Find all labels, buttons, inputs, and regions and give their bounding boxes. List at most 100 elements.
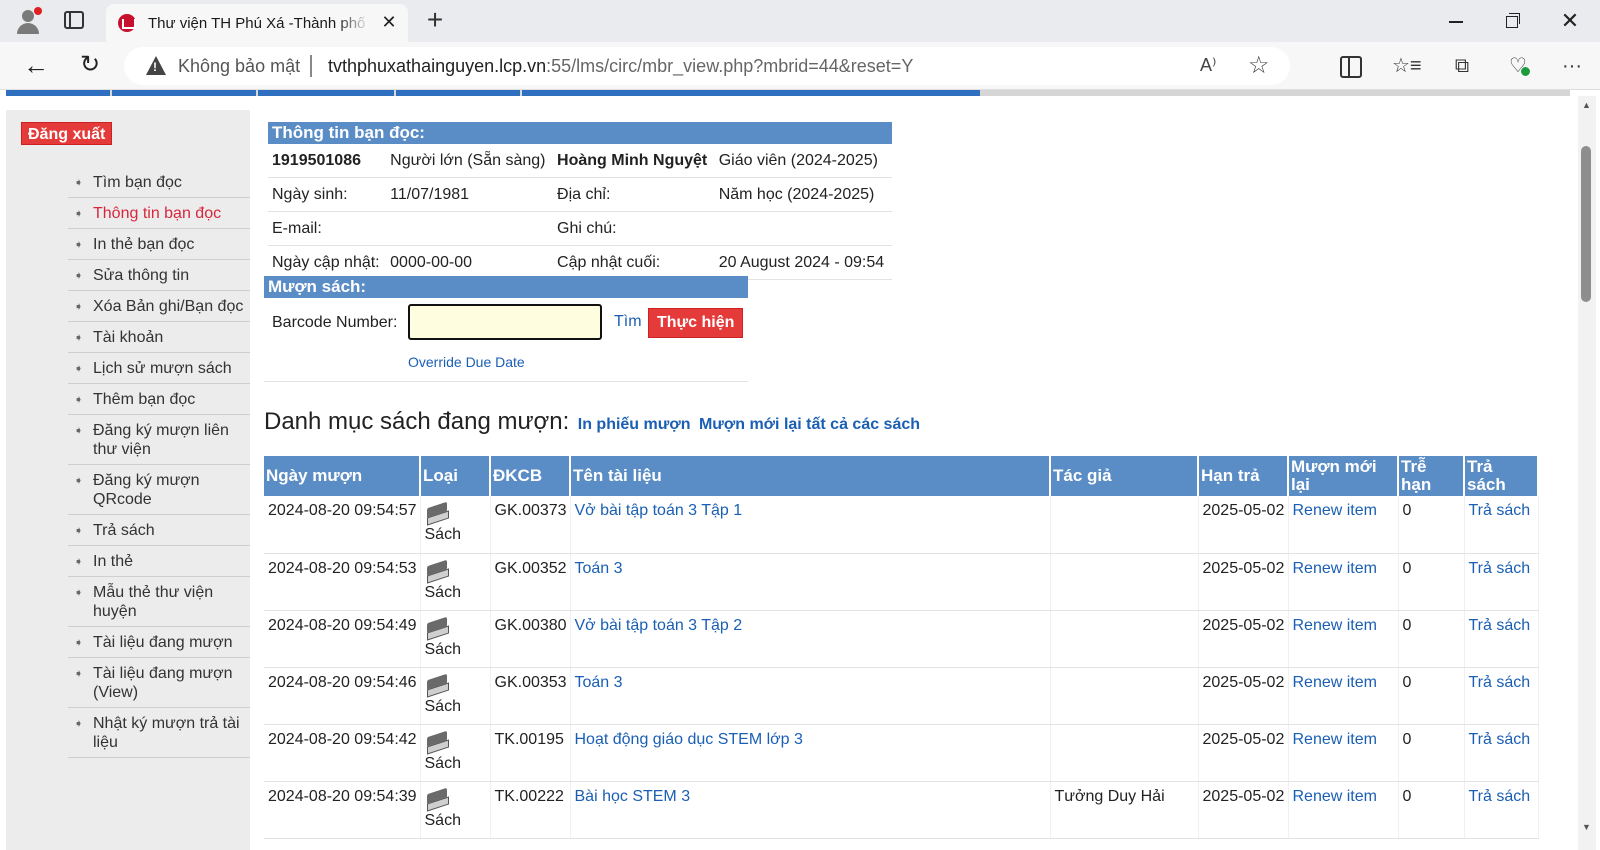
sidebar-item-qrcode-loan[interactable]: ➧ Đăng ký mượn QRcode <box>68 465 250 515</box>
renew-item-link[interactable]: Renew item <box>1293 731 1377 748</box>
scroll-up-icon[interactable]: ▲ <box>1582 100 1591 110</box>
address-bar[interactable]: Không bảo mật tvthphuxathainguyen.lcp.vn… <box>124 47 1290 85</box>
warning-icon[interactable] <box>146 56 166 75</box>
sidebar-item-return-book[interactable]: ➧ Trả sách <box>68 515 250 546</box>
sidebar-item-add-reader[interactable]: ➧ Thêm bạn đọc <box>68 384 250 415</box>
renew-all-link[interactable]: Mượn mới lại tất cả các sách <box>699 416 920 433</box>
read-aloud-icon[interactable]: A⁾ <box>1200 55 1216 76</box>
col-header: Trễ hạn <box>1398 456 1465 496</box>
reload-icon[interactable]: ↻ <box>74 50 106 82</box>
sidebar-item-label: Lịch sử mượn sách <box>93 360 232 377</box>
browser-essentials-icon[interactable]: ♡ <box>1504 52 1532 80</box>
address-separator <box>310 55 312 77</box>
address-value: Năm học (2024-2025) <box>714 177 892 212</box>
sidebar-item-label: Đăng ký mượn liên thư viện <box>93 422 229 458</box>
sidebar-item-items-on-loan[interactable]: ➧ Tài liệu đang mượn <box>68 627 250 658</box>
logout-button[interactable]: Đăng xuất <box>21 122 113 145</box>
note-value <box>714 211 892 246</box>
updated-label: Ngày cập nhật: <box>268 245 387 280</box>
profile-icon[interactable] <box>14 7 42 35</box>
loan-author: Tưởng Duy Hải <box>1050 781 1199 839</box>
not-secure-label[interactable]: Không bảo mật <box>178 56 300 77</box>
return-book-link[interactable]: Trả sách <box>1469 674 1531 691</box>
more-menu-icon[interactable]: ··· <box>1558 52 1586 80</box>
browser-tab-active[interactable]: Thư viện TH Phú Xá -Thành phố Thái Nguyê… <box>106 4 408 42</box>
sidebar-item-label: Tài liệu đang mượn <box>93 634 233 651</box>
sidebar-item-label: Xóa Bản ghi/Bạn đọc <box>93 298 244 315</box>
sidebar-item-reader-info[interactable]: ➧ Thông tin bạn đọc <box>68 198 250 229</box>
item-title-link[interactable]: Vở bài tập toán 3 Tập 1 <box>575 502 743 519</box>
member-section-header: Thông tin bạn đọc: <box>268 122 892 144</box>
sidebar-item-label: Tìm bạn đọc <box>93 174 182 191</box>
sidebar-item-district-card-template[interactable]: ➧ Mẫu thẻ thư viện huyện <box>68 577 250 627</box>
loan-due: 2025-05-02 <box>1198 496 1289 554</box>
execute-button[interactable]: Thực hiện <box>648 308 744 338</box>
scrollbar-thumb[interactable] <box>1581 146 1591 302</box>
item-title-link[interactable]: Hoạt động giáo dục STEM lớp 3 <box>575 731 803 748</box>
sidebar-item-delete-record[interactable]: ➧ Xóa Bản ghi/Bạn đọc <box>68 291 250 322</box>
return-book-link[interactable]: Trả sách <box>1469 560 1531 577</box>
borrow-form: Barcode Number: Tìm Thực hiện Override D… <box>264 302 748 382</box>
tab-close-icon[interactable]: ✕ <box>378 10 400 34</box>
loan-type: Sách <box>420 781 491 839</box>
window-close-icon[interactable]: ✕ <box>1550 6 1590 36</box>
loan-code: GK.00380 <box>490 610 571 668</box>
favorite-star-icon[interactable]: ☆ <box>1248 51 1270 80</box>
loan-date: 2024-08-20 09:54:46 <box>264 667 421 725</box>
member-group: Giáo viên (2024-2025) <box>714 144 892 178</box>
item-title-link[interactable]: Toán 3 <box>575 560 623 577</box>
sidebar-item-edit-info[interactable]: ➧ Sửa thông tin <box>68 260 250 291</box>
sidebar-item-account[interactable]: ➧ Tài khoản <box>68 322 250 353</box>
loan-late: 0 <box>1398 667 1465 725</box>
new-tab-icon[interactable]: + <box>420 6 450 36</box>
email-value <box>386 211 554 246</box>
print-loan-slip-link[interactable]: In phiếu mượn <box>578 416 691 433</box>
sidebar-item-label: Mẫu thẻ thư viện huyện <box>93 584 214 620</box>
return-book-link[interactable]: Trả sách <box>1469 731 1531 748</box>
sidebar-item-label: In thẻ <box>93 553 134 570</box>
sidebar-item-print-card[interactable]: ➧ In thẻ <box>68 546 250 577</box>
return-book-link[interactable]: Trả sách <box>1469 617 1531 634</box>
find-link[interactable]: Tìm <box>614 313 642 331</box>
back-arrow-icon[interactable]: ← <box>20 50 52 82</box>
item-title-link[interactable]: Toán 3 <box>575 674 623 691</box>
table-row: E-mail: Ghi chú: <box>268 211 892 246</box>
loan-due: 2025-05-02 <box>1198 781 1289 839</box>
renew-item-link[interactable]: Renew item <box>1293 788 1377 805</box>
renew-item-link[interactable]: Renew item <box>1293 674 1377 691</box>
loan-late: 0 <box>1398 724 1465 782</box>
last-update-label: Cập nhật cuối: <box>553 245 715 280</box>
sidebar-item-items-on-loan-view[interactable]: ➧ Tài liệu đang mượn (View) <box>68 658 250 708</box>
member-info-table: Thông tin bạn đọc: 1919501086 Người lớn … <box>268 122 892 280</box>
renew-item-link[interactable]: Renew item <box>1293 560 1377 577</box>
sidebar-item-print-reader-card[interactable]: ➧ In thẻ bạn đọc <box>68 229 250 260</box>
minimize-icon[interactable] <box>1436 6 1476 36</box>
loan-date: 2024-08-20 09:54:53 <box>264 553 421 611</box>
sidebar-item-interlibrary-loan[interactable]: ➧ Đăng ký mượn liên thư viện <box>68 415 250 465</box>
sidebar-item-loan-log[interactable]: ➧ Nhật ký mượn trả tài liệu <box>68 708 250 758</box>
barcode-input[interactable] <box>408 304 602 340</box>
sidebar-item-label: Tài liệu đang mượn (View) <box>93 665 233 701</box>
chevron-right-icon: ➧ <box>74 475 84 487</box>
url-text[interactable]: tvthphuxathainguyen.lcp.vn:55/lms/circ/m… <box>328 56 913 77</box>
split-screen-icon[interactable] <box>1336 52 1364 80</box>
restore-icon[interactable] <box>1492 6 1532 36</box>
library-favicon-icon <box>118 14 136 32</box>
type-label: Sách <box>424 526 461 543</box>
table-row: 2024-08-20 09:54:39 Sách TK.00222 Bài họ… <box>264 781 1539 839</box>
item-title-link[interactable]: Vở bài tập toán 3 Tập 2 <box>575 617 743 634</box>
return-cell: Trả sách <box>1464 724 1539 782</box>
return-book-link[interactable]: Trả sách <box>1469 502 1531 519</box>
override-due-date-link[interactable]: Override Due Date <box>408 354 525 370</box>
sidebar-item-borrow-history[interactable]: ➧ Lịch sử mượn sách <box>68 353 250 384</box>
loan-late: 0 <box>1398 610 1465 668</box>
renew-item-link[interactable]: Renew item <box>1293 617 1377 634</box>
renew-item-link[interactable]: Renew item <box>1293 502 1377 519</box>
sidebar-item-find-reader[interactable]: ➧ Tìm bạn đọc <box>68 167 250 198</box>
favorites-list-icon[interactable]: ☆≡ <box>1392 52 1422 80</box>
return-book-link[interactable]: Trả sách <box>1469 788 1531 805</box>
collections-icon[interactable]: ⧉ <box>1448 52 1476 80</box>
item-title-link[interactable]: Bài học STEM 3 <box>575 788 691 805</box>
scroll-down-icon[interactable]: ▼ <box>1582 822 1591 832</box>
tab-actions-icon[interactable] <box>64 11 84 29</box>
